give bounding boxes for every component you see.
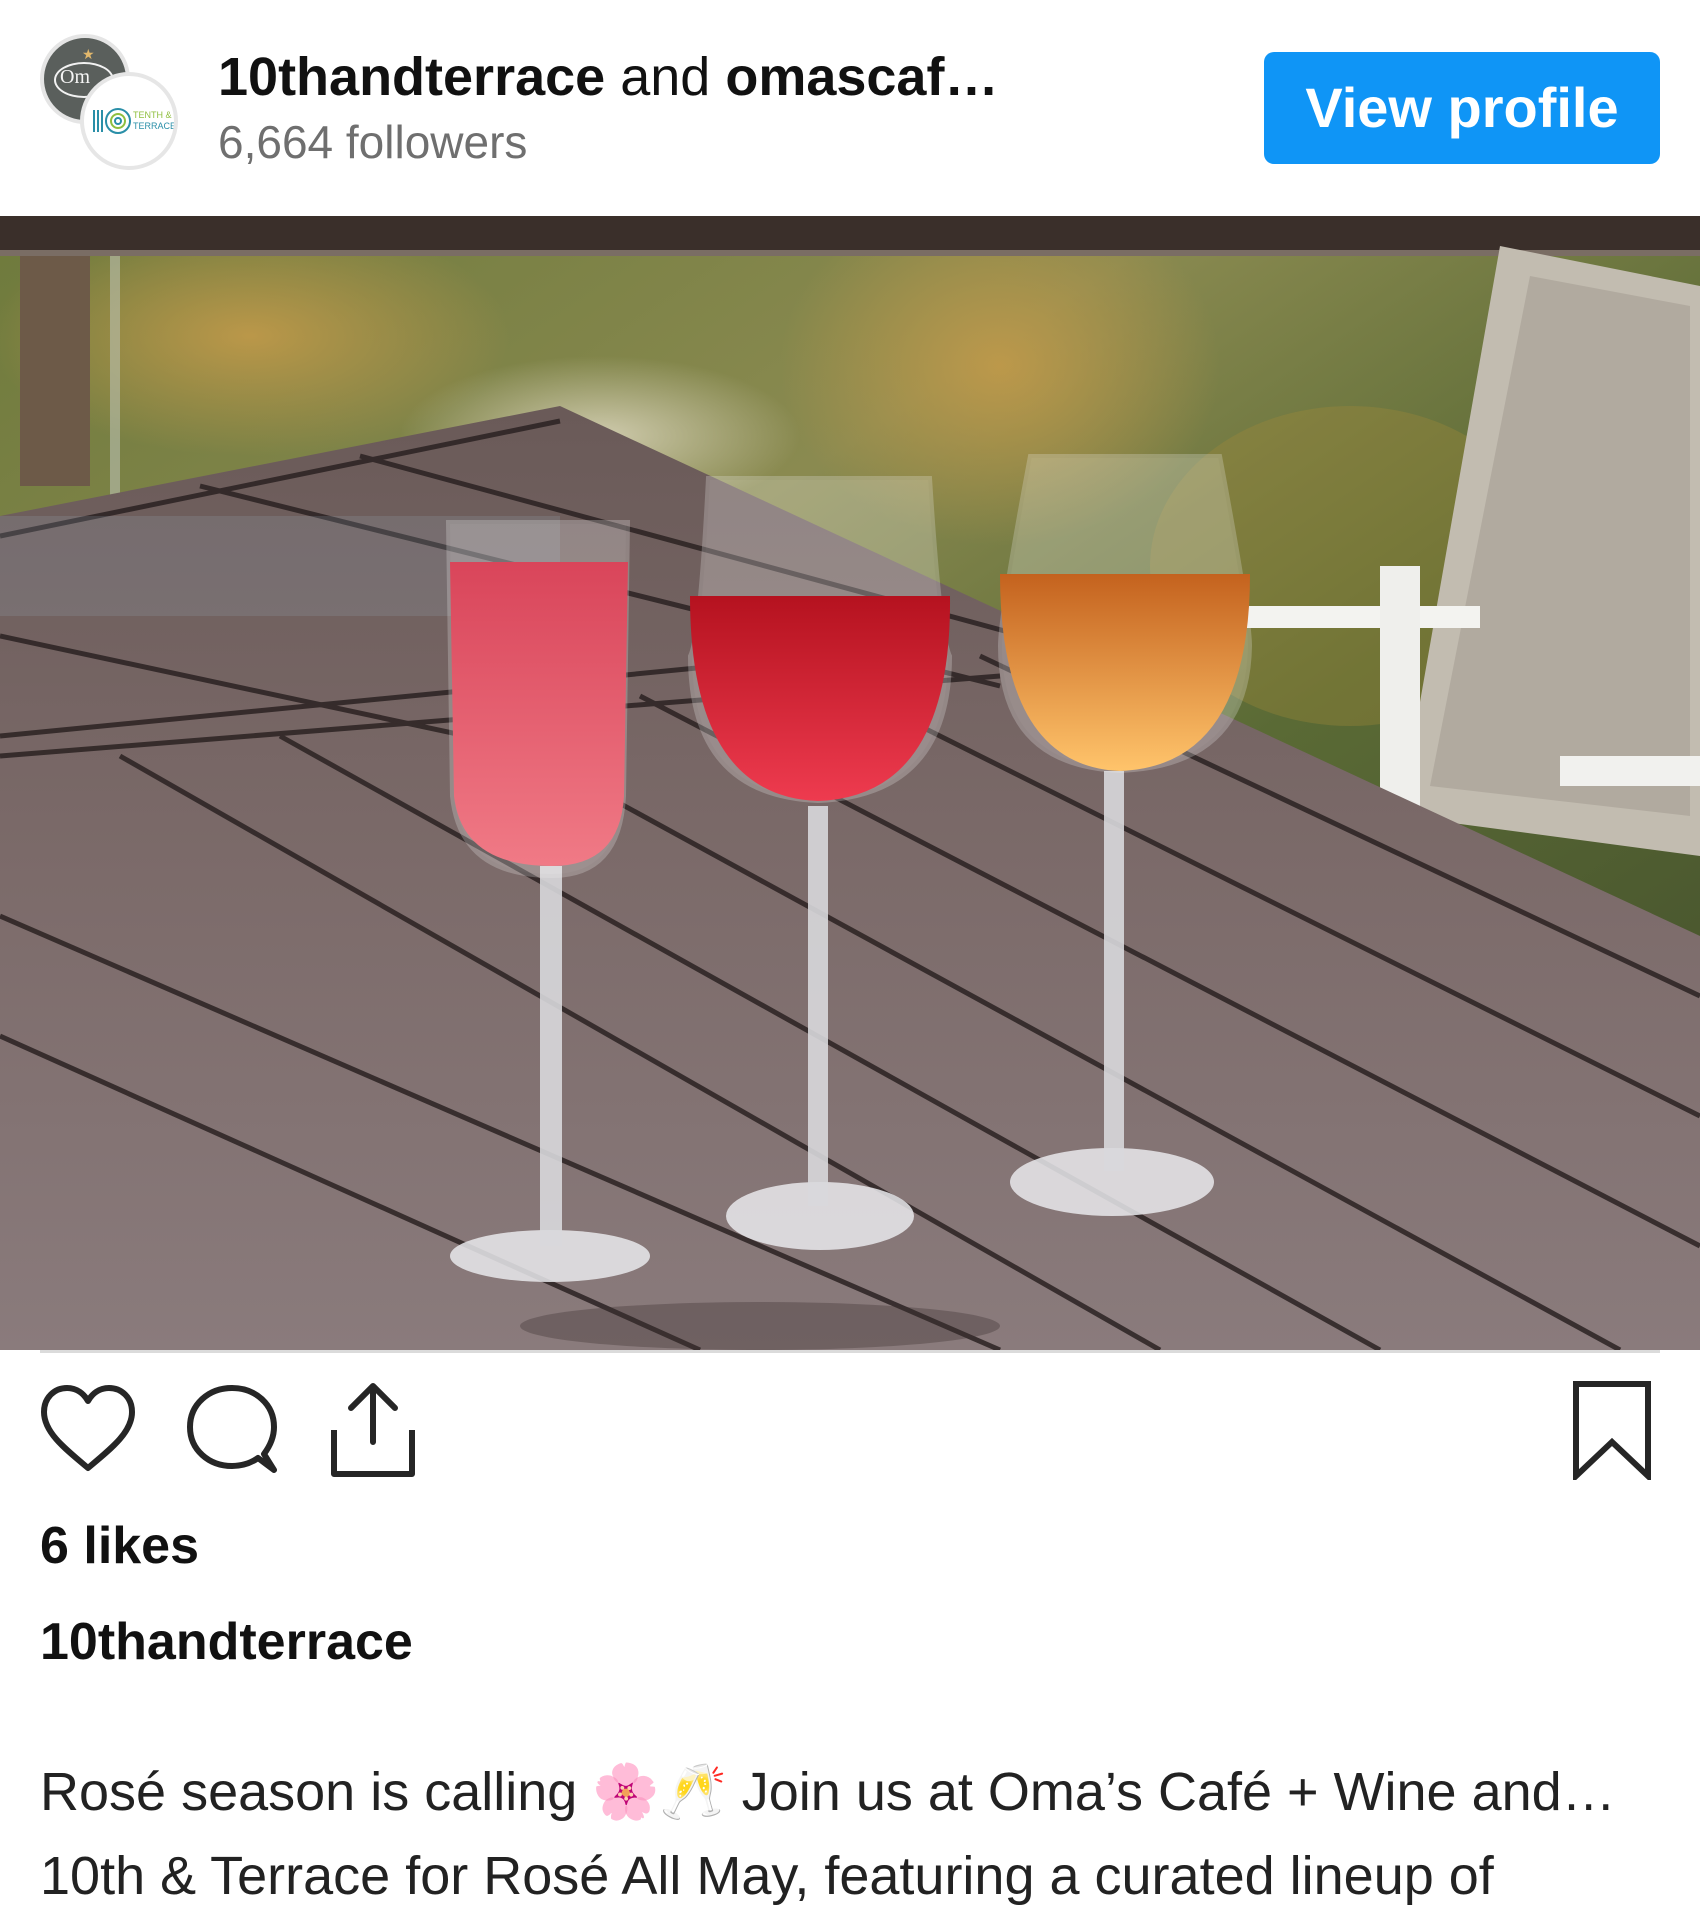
tenth-terrace-avatar[interactable]: TENTH & TERRACE <box>80 72 178 170</box>
logo-text-line1: TENTH & <box>133 110 172 120</box>
post-caption: Rosé season is calling 🌸🥂 Join us at Oma… <box>40 1750 1660 1918</box>
account-connector: and <box>620 47 711 107</box>
account-secondary-link[interactable]: omascaf… <box>725 47 998 107</box>
caption-line: 10th & Terrace for Rosé All May, featuri… <box>40 1846 1494 1906</box>
account-primary-link[interactable]: 10thandterrace <box>218 47 605 107</box>
speech-bubble-icon[interactable] <box>180 1380 284 1480</box>
caption-username-link[interactable]: 10thandterrace <box>40 1610 413 1674</box>
likes-count[interactable]: 6 likes <box>40 1516 199 1576</box>
caption-line: Rosé season is calling 🌸🥂 Join us at Oma… <box>40 1762 1616 1822</box>
heart-outline-icon[interactable] <box>38 1380 138 1480</box>
bookmark-icon[interactable] <box>1570 1380 1654 1480</box>
view-profile-button[interactable]: View profile <box>1264 52 1660 164</box>
followers-count: 6,664 followers <box>218 116 528 168</box>
tenth-terrace-logo: TENTH & TERRACE <box>93 108 174 134</box>
share-upload-icon[interactable] <box>326 1378 420 1482</box>
collab-avatars[interactable]: ★ Om TENTH & TERRACE <box>40 34 180 170</box>
account-names: 10thandterrace and omascaf… <box>218 44 998 110</box>
logo-text-line2: TERRACE <box>133 121 174 131</box>
post-header: ★ Om TENTH & TERRACE 10thandterrace and … <box>0 0 1700 216</box>
post-photo[interactable] <box>0 216 1700 1350</box>
star-icon: ★ <box>82 46 95 62</box>
photo-divider <box>40 1350 1660 1353</box>
